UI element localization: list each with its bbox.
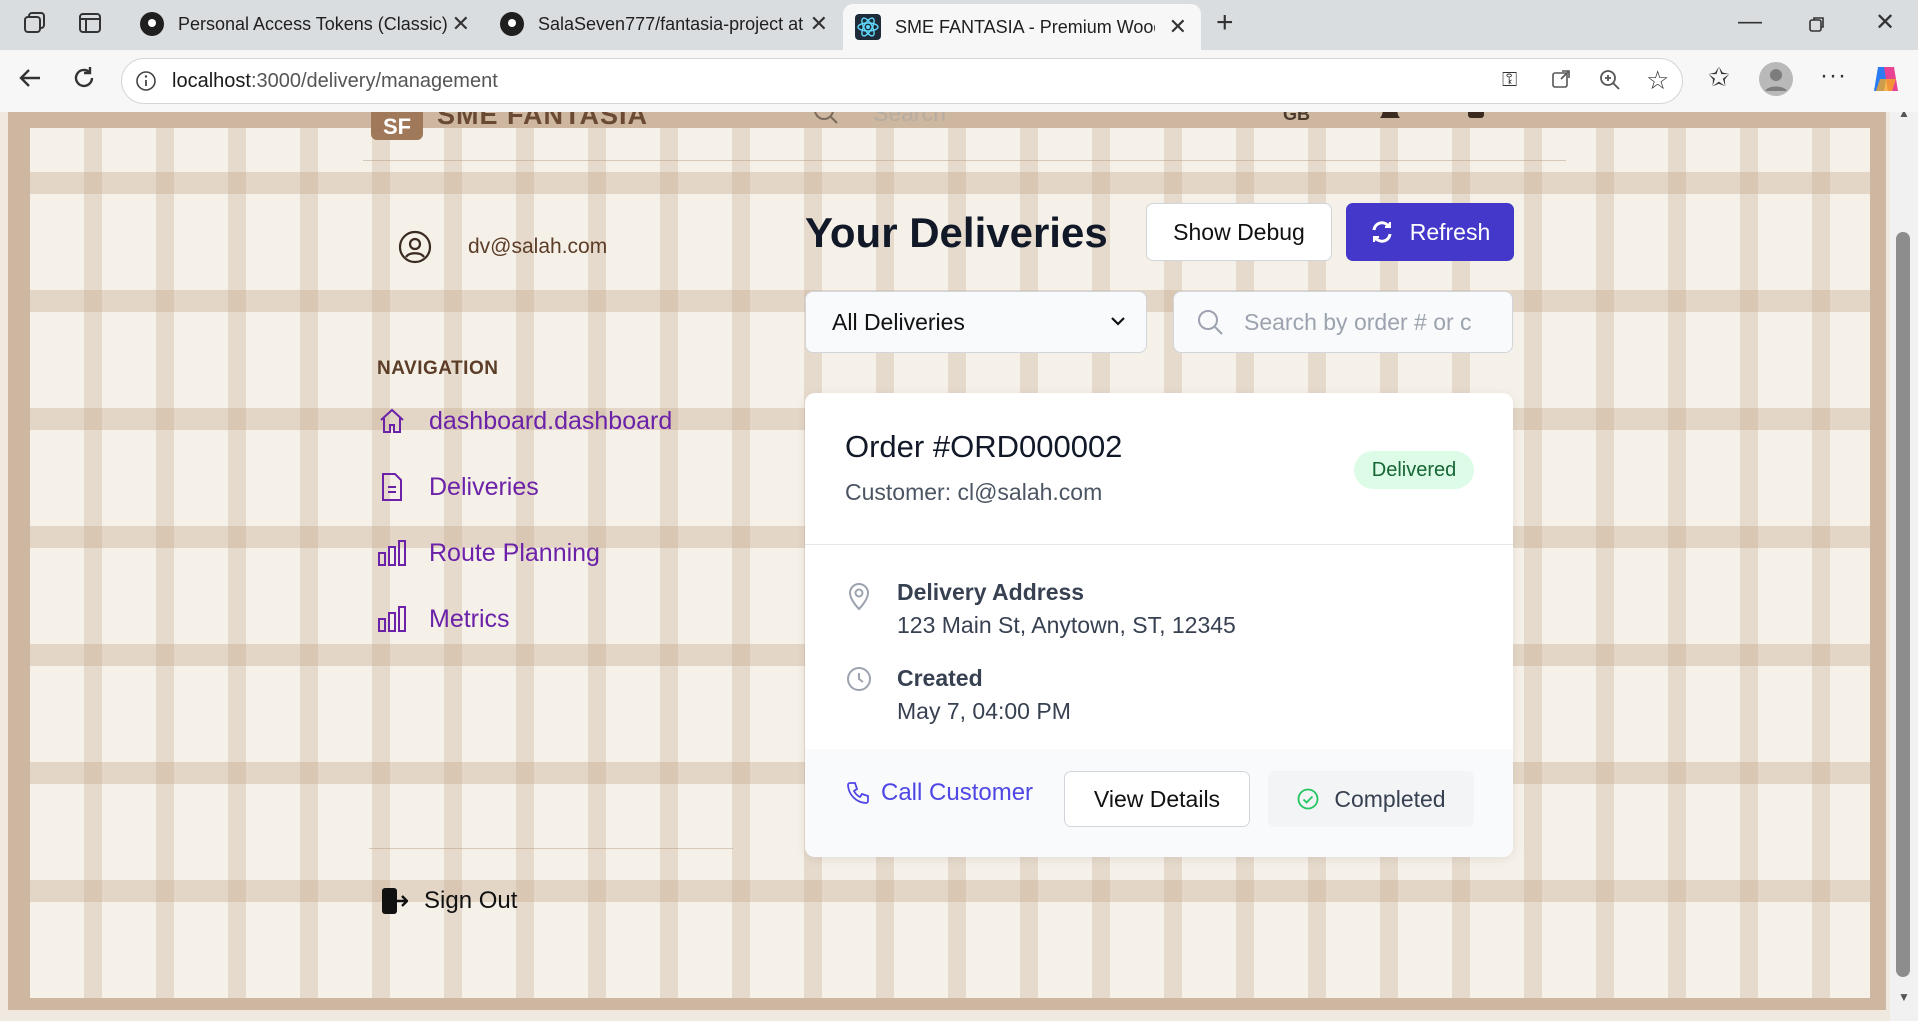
key-icon[interactable]: ⚿ bbox=[1502, 69, 1517, 92]
react-icon bbox=[855, 14, 881, 40]
page-scrollbar[interactable]: ▲ ▼ bbox=[1890, 112, 1918, 1021]
customer-email: Customer: cl@salah.com bbox=[845, 479, 1103, 505]
profile-avatar-icon[interactable] bbox=[1759, 62, 1793, 103]
app-logo[interactable]: SF bbox=[371, 112, 423, 140]
tab-sme-fantasia[interactable]: SME FANTASIA - Premium Wood ✕ bbox=[843, 4, 1201, 50]
created-value: May 7, 04:00 PM bbox=[897, 698, 1071, 724]
sign-out-icon bbox=[380, 886, 408, 916]
header-divider bbox=[363, 160, 1566, 161]
tab-actions-icon[interactable] bbox=[77, 10, 103, 43]
copilot-icon[interactable] bbox=[1870, 63, 1902, 102]
filter-selected-value: All Deliveries bbox=[832, 308, 965, 335]
refresh-icon bbox=[1370, 220, 1394, 244]
header-signout-icon[interactable] bbox=[1466, 112, 1496, 135]
favorites-icon[interactable]: ✩ bbox=[1708, 62, 1730, 93]
back-icon[interactable] bbox=[16, 64, 44, 99]
user-circle-icon bbox=[398, 230, 432, 264]
show-debug-button[interactable]: Show Debug bbox=[1146, 203, 1332, 261]
github-icon bbox=[500, 12, 524, 36]
tab-fantasia-project[interactable]: SalaSeven777/fantasia-project at ✕ bbox=[486, 0, 842, 48]
refresh-label: Refresh bbox=[1409, 218, 1491, 245]
check-circle-icon bbox=[1296, 787, 1320, 811]
open-in-app-icon[interactable] bbox=[1550, 68, 1572, 97]
close-window-icon[interactable]: ✕ bbox=[1875, 8, 1895, 37]
more-menu-icon[interactable]: ··· bbox=[1820, 62, 1847, 90]
sidebar-item-label: Route Planning bbox=[429, 538, 600, 567]
restore-icon[interactable] bbox=[1808, 12, 1826, 40]
minimize-icon[interactable]: — bbox=[1738, 8, 1762, 36]
user-profile: dv@salah.com bbox=[398, 230, 607, 264]
sidebar-item-metrics[interactable]: Metrics bbox=[377, 604, 510, 634]
page-title: Your Deliveries bbox=[805, 209, 1108, 256]
call-customer-label: Call Customer bbox=[881, 779, 1034, 806]
new-tab-icon[interactable]: + bbox=[1216, 6, 1234, 40]
favorite-star-icon[interactable]: ☆ bbox=[1646, 65, 1669, 96]
tab-personal-access-tokens[interactable]: Personal Access Tokens (Classic) ✕ bbox=[126, 0, 484, 48]
call-customer-link[interactable]: Call Customer bbox=[845, 779, 1033, 807]
bar-chart-icon bbox=[377, 604, 407, 634]
sidebar-item-deliveries[interactable]: Deliveries bbox=[377, 472, 539, 502]
delivery-filter-select[interactable]: All Deliveries bbox=[805, 291, 1147, 353]
address-value: 123 Main St, Anytown, ST, 12345 bbox=[897, 612, 1236, 638]
address-label: Delivery Address bbox=[897, 579, 1085, 605]
workspaces-icon[interactable] bbox=[22, 10, 48, 43]
sidebar-item-route-planning[interactable]: Route Planning bbox=[377, 538, 600, 568]
sign-out-label: Sign Out bbox=[424, 887, 518, 914]
close-tab-icon[interactable]: ✕ bbox=[1169, 14, 1187, 40]
delivery-card: Order #ORD000002 Customer: cl@salah.com … bbox=[805, 393, 1513, 857]
url-host: localhost bbox=[172, 70, 251, 92]
search-input[interactable] bbox=[1242, 307, 1506, 337]
scroll-up-icon[interactable]: ▲ bbox=[1898, 112, 1910, 120]
close-tab-icon[interactable]: ✕ bbox=[452, 11, 470, 37]
language-switcher[interactable]: GB bbox=[1283, 112, 1310, 125]
sidebar-item-dashboard[interactable]: dashboard.dashboard bbox=[377, 406, 672, 436]
zoom-icon[interactable] bbox=[1598, 68, 1622, 99]
close-tab-icon[interactable]: ✕ bbox=[810, 11, 828, 37]
user-email: dv@salah.com bbox=[468, 235, 608, 258]
order-number: Order #ORD000002 bbox=[845, 429, 1123, 464]
sidebar-divider bbox=[369, 848, 733, 849]
created-label: Created bbox=[897, 665, 983, 691]
phone-icon bbox=[845, 780, 871, 806]
url-path: :3000/delivery/management bbox=[250, 70, 498, 92]
completed-label: Completed bbox=[1334, 785, 1446, 812]
refresh-button[interactable]: Refresh bbox=[1346, 203, 1514, 261]
scrollbar-thumb[interactable] bbox=[1896, 232, 1910, 977]
address-bar-row: localhost:3000/delivery/management ⚿ ☆ ✩… bbox=[0, 50, 1918, 113]
card-divider bbox=[805, 544, 1513, 545]
url-field[interactable]: localhost:3000/delivery/management ⚿ ☆ bbox=[121, 58, 1683, 104]
document-icon bbox=[377, 472, 407, 502]
view-details-button[interactable]: View Details bbox=[1064, 771, 1250, 827]
site-info-icon[interactable] bbox=[135, 70, 157, 97]
header-search-input[interactable]: Search bbox=[873, 112, 946, 127]
status-badge: Delivered bbox=[1354, 451, 1474, 489]
browser-tab-bar: Personal Access Tokens (Classic) ✕ SalaS… bbox=[0, 0, 1918, 50]
notification-bell-icon[interactable] bbox=[1375, 112, 1405, 135]
brand-name: SME FANTASIA bbox=[437, 112, 649, 130]
bar-chart-icon bbox=[377, 538, 407, 568]
clock-icon bbox=[845, 665, 873, 698]
home-icon bbox=[377, 406, 407, 436]
header-search-icon bbox=[812, 112, 840, 131]
map-pin-icon bbox=[845, 581, 873, 616]
card-footer: Call Customer View Details Completed bbox=[805, 749, 1513, 857]
sidebar-item-label: dashboard.dashboard bbox=[429, 406, 673, 435]
sidebar-item-label: Metrics bbox=[429, 604, 510, 633]
search-icon bbox=[1196, 308, 1224, 336]
sign-out-button[interactable]: Sign Out bbox=[380, 886, 517, 916]
page-viewport: SF SME FANTASIA Search GB dv@salah.com N… bbox=[0, 112, 1918, 1021]
reload-icon[interactable] bbox=[70, 64, 98, 99]
sidebar-item-label: Deliveries bbox=[429, 472, 539, 501]
navigation-heading: NAVIGATION bbox=[377, 358, 499, 379]
github-icon bbox=[140, 12, 164, 36]
chevron-down-icon bbox=[1108, 310, 1128, 337]
scroll-down-icon[interactable]: ▼ bbox=[1898, 990, 1910, 1004]
delivery-search-field[interactable] bbox=[1173, 291, 1513, 353]
completed-status: Completed bbox=[1268, 771, 1474, 827]
